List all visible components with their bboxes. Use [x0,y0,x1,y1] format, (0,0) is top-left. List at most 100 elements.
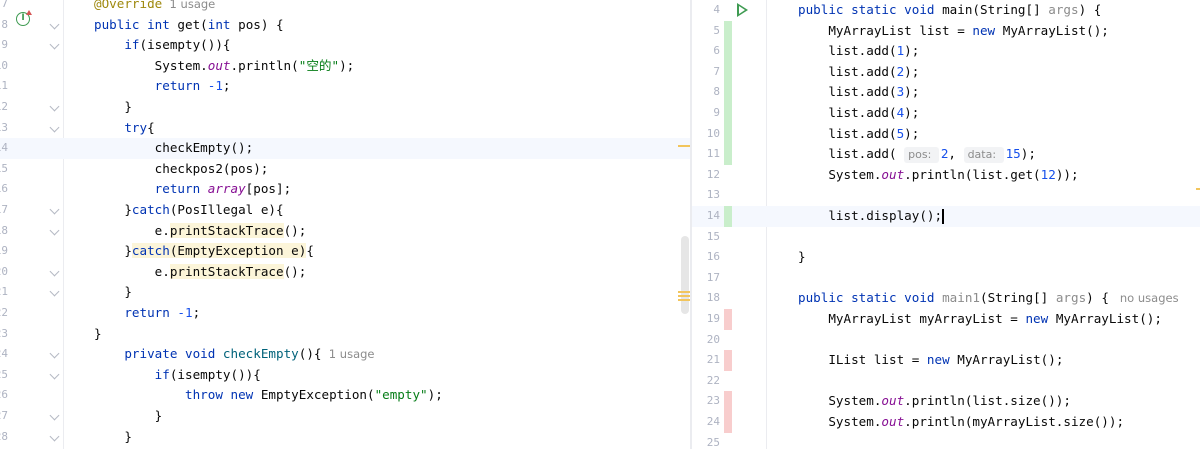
fold-chevron-icon[interactable] [49,266,60,277]
warning-stripe-marker[interactable] [678,145,690,147]
code-text[interactable]: list.add( pos: 2, data: 15); [798,144,1036,165]
code-text[interactable]: checkpos2(pos); [94,159,269,180]
right-editor[interactable]: 4 public static void main(String[] args) … [692,0,1200,449]
code-line[interactable]: 11 list.add( pos: 2, data: 15); [692,144,1200,165]
code-text[interactable]: }catch(PosIllegal e){ [94,200,283,221]
fold-chevron-icon[interactable] [49,369,60,380]
code-line[interactable]: 7 list.add(2); [692,62,1200,83]
code-line[interactable]: 4 public static void main(String[] args) … [692,0,1200,21]
fold-chevron-icon[interactable] [49,122,60,133]
vcs-added-marker[interactable] [724,206,732,227]
code-text[interactable]: IList list = new MyArrayList(); [798,350,1063,371]
code-line[interactable]: 8 public int get(int pos) { [0,15,690,36]
code-line[interactable]: 18 public static void main1(String[] args… [692,288,1200,309]
code-line[interactable]: 17 }catch(PosIllegal e){ [0,200,690,221]
fold-chevron-icon[interactable] [49,19,60,30]
code-text[interactable]: } [94,282,132,303]
code-text[interactable]: } [94,427,132,448]
fold-chevron-icon[interactable] [49,225,60,236]
fold-chevron-icon[interactable] [49,431,60,442]
code-line[interactable]: 20 [692,330,1200,351]
code-text[interactable]: list.add(4); [798,103,919,124]
code-line[interactable]: 7 @Override 1 usage [0,0,690,15]
code-line[interactable]: 9 list.add(4); [692,103,1200,124]
vcs-added-marker[interactable] [724,20,732,42]
code-text[interactable]: public static void main(String[] args) { [798,0,1101,21]
code-line[interactable]: 22 [692,371,1200,392]
code-line[interactable]: 12 } [0,97,690,118]
warning-stripe-marker[interactable] [678,291,690,293]
usage-hint[interactable]: 1 usage [322,347,375,361]
code-line[interactable]: 12 System.out.println(list.get(12)); [692,165,1200,186]
vcs-modified-marker[interactable] [724,350,732,371]
code-line[interactable]: 23} [0,324,690,345]
code-text[interactable]: public static void main1(String[] args) … [798,288,1179,309]
vcs-modified-marker[interactable] [724,412,732,433]
code-text[interactable]: e.printStackTrace(); [94,262,306,283]
fold-chevron-icon[interactable] [49,348,60,359]
left-scrollbar-thumb[interactable] [681,236,689,314]
left-editor[interactable]: 7 @Override 1 usage 8 public int get(int po… [0,0,690,449]
code-line[interactable]: 26 throw new EmptyException("empty"); [0,385,690,406]
code-text[interactable]: private void checkEmpty(){ 1 usage [94,344,375,365]
code-line[interactable]: 24 private void checkEmpty(){ 1 usage [0,344,690,365]
code-line[interactable]: 14 list.display(); [692,206,1200,227]
code-text[interactable]: list.add(3); [798,82,919,103]
code-text[interactable]: @Override 1 usage [94,0,215,15]
code-text[interactable]: MyArrayList list = new MyArrayList(); [798,21,1109,42]
code-line[interactable]: 13 [692,185,1200,206]
vcs-added-marker[interactable] [724,82,732,103]
code-text[interactable]: } [94,406,163,427]
code-line[interactable]: 19 MyArrayList myArrayList = new MyArray… [692,309,1200,330]
code-text[interactable]: System.out.println(list.get(12)); [798,165,1078,186]
usage-hint[interactable]: no usages [1109,291,1179,305]
code-line[interactable]: 18 e.printStackTrace(); [0,221,690,242]
code-line[interactable]: 6 list.add(1); [692,41,1200,62]
code-line[interactable]: 13 try{ [0,118,690,139]
vcs-added-marker[interactable] [724,123,732,145]
code-text[interactable]: checkEmpty(); [94,138,254,159]
code-text[interactable]: list.add(5); [798,124,919,145]
code-line[interactable]: 10 list.add(5); [692,124,1200,145]
code-line[interactable]: 11 return -1; [0,76,690,97]
warning-stripe-marker[interactable] [678,299,690,301]
code-line[interactable]: 10 System.out.println("空的"); [0,56,690,77]
code-text[interactable]: } [798,247,806,268]
code-text[interactable]: } [94,97,132,118]
vcs-added-marker[interactable] [724,41,732,62]
code-line[interactable]: 28 } [0,427,690,448]
vcs-modified-marker[interactable] [724,391,732,412]
fold-chevron-icon[interactable] [49,39,60,50]
vcs-modified-marker[interactable] [724,309,732,330]
code-line[interactable]: 15 checkpos2(pos); [0,159,690,180]
fold-chevron-icon[interactable] [49,204,60,215]
code-line[interactable]: 25 [692,433,1200,449]
code-text[interactable]: list.add(2); [798,62,919,83]
usage-hint[interactable]: 1 usage [162,0,216,11]
code-line[interactable]: 22 return -1; [0,303,690,324]
code-line[interactable]: 27 } [0,406,690,427]
code-text[interactable]: System.out.println("空的"); [94,56,355,77]
code-text[interactable]: list.add(1); [798,41,919,62]
warning-stripe-marker[interactable] [1196,188,1200,190]
code-line[interactable]: 16} [692,247,1200,268]
code-line[interactable]: 21 IList list = new MyArrayList(); [692,350,1200,371]
code-text[interactable]: if(isempty()){ [94,35,230,56]
code-text[interactable]: e.printStackTrace(); [94,221,306,242]
code-text[interactable]: }catch(EmptyException e){ [94,241,314,262]
code-line[interactable]: 14 checkEmpty(); [0,138,690,159]
code-text[interactable]: } [94,324,102,345]
code-line[interactable]: 21 } [0,282,690,303]
vcs-added-marker[interactable] [724,103,732,124]
code-text[interactable]: public int get(int pos) { [94,15,284,36]
code-text[interactable]: System.out.println(list.size()); [798,391,1071,412]
vcs-added-marker[interactable] [724,61,732,83]
code-text[interactable]: try{ [94,118,154,139]
warning-stripe-marker[interactable] [678,295,690,297]
code-line[interactable]: 8 list.add(3); [692,82,1200,103]
code-text[interactable]: System.out.println(myArrayList.size()); [798,412,1124,433]
fold-chevron-icon[interactable] [49,286,60,297]
code-text[interactable]: return array[pos]; [94,179,292,200]
code-line[interactable]: 20 e.printStackTrace(); [0,262,690,283]
code-line[interactable]: 16 return array[pos]; [0,179,690,200]
